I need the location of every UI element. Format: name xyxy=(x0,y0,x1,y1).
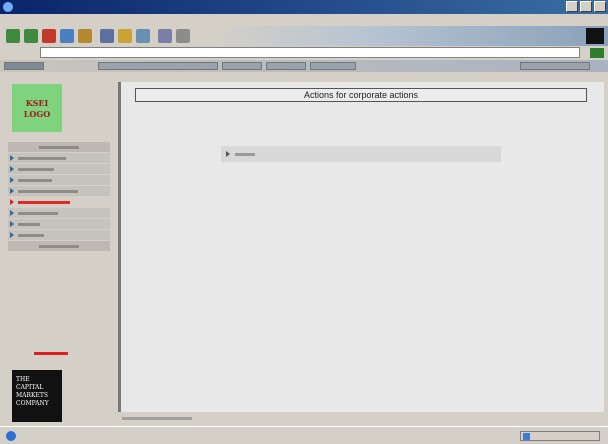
search-icon[interactable] xyxy=(100,29,114,43)
sidebar-item[interactable] xyxy=(8,186,110,196)
panel-label xyxy=(235,153,255,156)
address-bar xyxy=(0,46,608,60)
security-zone xyxy=(520,431,600,441)
stop-icon[interactable] xyxy=(42,29,56,43)
link-button[interactable] xyxy=(98,62,218,70)
sidebar-display-print-top[interactable] xyxy=(8,142,110,152)
sidebar-item-active[interactable] xyxy=(8,197,110,207)
menu-bar xyxy=(0,14,608,26)
page-status-icon xyxy=(6,431,16,441)
close-button[interactable] xyxy=(594,1,606,12)
history-icon[interactable] xyxy=(136,29,150,43)
back-icon[interactable] xyxy=(6,29,20,43)
ie-throbber-icon xyxy=(586,28,604,44)
print-icon[interactable] xyxy=(176,29,190,43)
ksei-logo: KSEI LOGO xyxy=(12,84,62,132)
window-controls xyxy=(566,1,606,12)
refresh-icon[interactable] xyxy=(60,29,74,43)
maximize-button[interactable] xyxy=(580,1,592,12)
main-content: Actions for corporate actions xyxy=(118,82,604,412)
expand-arrow-icon[interactable] xyxy=(226,151,230,157)
sidebar-item[interactable] xyxy=(8,175,110,185)
links-bar xyxy=(0,60,608,72)
minimize-button[interactable] xyxy=(566,1,578,12)
sidebar-item[interactable] xyxy=(8,208,110,218)
links-button[interactable] xyxy=(4,62,44,70)
forward-icon[interactable] xyxy=(24,29,38,43)
link-button[interactable] xyxy=(222,62,262,70)
sidebar-item[interactable] xyxy=(8,153,110,163)
cmc-logo-text: THE CAPITAL MARKETS COMPANY xyxy=(16,376,49,407)
sidebar-display-print-bottom[interactable] xyxy=(8,241,110,251)
sidebar-red-link[interactable] xyxy=(34,352,68,355)
home-icon[interactable] xyxy=(78,29,92,43)
link-button[interactable] xyxy=(310,62,356,70)
window-titlebar xyxy=(0,0,608,14)
go-arrow-icon[interactable] xyxy=(590,48,604,58)
sidebar-item[interactable] xyxy=(8,219,110,229)
sidebar: KSEI LOGO THE CAPITAL MARKETS COMPANY xyxy=(0,72,118,422)
collapsible-panel[interactable] xyxy=(221,146,501,162)
link-button[interactable] xyxy=(520,62,590,70)
internet-zone-icon xyxy=(523,433,530,440)
internet-explorer-icon xyxy=(3,2,13,12)
copyright-text xyxy=(122,417,192,420)
sidebar-item[interactable] xyxy=(8,164,110,174)
sidebar-item[interactable] xyxy=(8,230,110,240)
page-footer xyxy=(118,412,604,426)
link-button[interactable] xyxy=(266,62,306,70)
page-title: Actions for corporate actions xyxy=(135,88,587,102)
address-input[interactable] xyxy=(40,47,580,58)
browser-toolbar xyxy=(0,26,608,46)
capital-markets-company-logo: THE CAPITAL MARKETS COMPANY xyxy=(12,370,62,422)
sidebar-nav xyxy=(8,142,110,252)
favorites-icon[interactable] xyxy=(118,29,132,43)
ksei-logo-text: KSEI LOGO xyxy=(23,98,51,119)
status-bar xyxy=(0,426,608,444)
mail-icon[interactable] xyxy=(158,29,172,43)
